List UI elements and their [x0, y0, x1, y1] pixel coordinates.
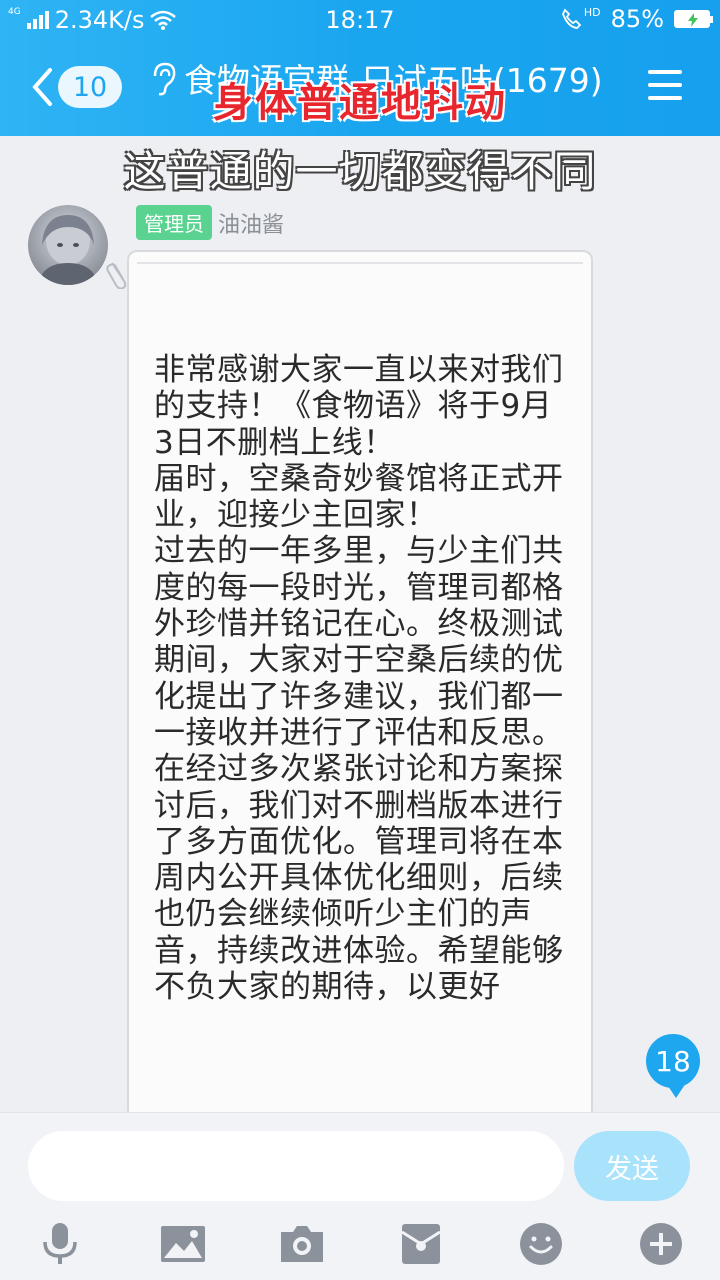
avatar[interactable]	[28, 205, 108, 285]
plus-icon	[640, 1223, 682, 1265]
paperclip-icon	[106, 262, 127, 289]
hd-label: HD	[583, 5, 601, 19]
camera-icon	[281, 1226, 323, 1262]
message-input[interactable]	[28, 1131, 564, 1201]
emoji-button[interactable]	[516, 1219, 566, 1269]
overlay-caption-white: 这普通的一切都变得不同	[123, 147, 597, 196]
overlay-caption-red: 身体普通地抖动	[213, 80, 507, 126]
camera-button[interactable]	[275, 1219, 329, 1269]
microphone-icon	[43, 1223, 77, 1264]
status-bar: 4G 2.34K/s 18:17 HD 85%	[0, 0, 720, 38]
toolbar	[0, 1219, 720, 1269]
emoji-icon	[520, 1223, 562, 1265]
send-button[interactable]: 发送	[574, 1131, 690, 1201]
sender-name[interactable]: 油油酱	[218, 207, 284, 239]
battery-icon	[674, 10, 713, 28]
admin-badge: 管理员	[136, 205, 212, 240]
message-text: 非常感谢大家一直以来对我们的支持！《食物语》将于9月3日不删档上线！ 届时，空桑…	[154, 352, 564, 1006]
sender-row: 管理员 油油酱	[136, 205, 284, 240]
plus-button[interactable]	[636, 1219, 686, 1269]
red-packet-button[interactable]	[396, 1219, 446, 1269]
input-bar: 发送	[0, 1112, 720, 1280]
image-icon	[161, 1226, 205, 1262]
new-messages-badge[interactable]: 18	[646, 1034, 700, 1098]
red-packet-icon	[401, 1224, 441, 1264]
message-bubble[interactable]: 非常感谢大家一直以来对我们的支持！《食物语》将于9月3日不删档上线！ 届时，空桑…	[127, 250, 593, 1120]
call-hd-icon: HD	[560, 5, 601, 30]
microphone-button[interactable]	[35, 1219, 85, 1269]
image-button[interactable]	[155, 1219, 211, 1269]
battery-percent: 85%	[610, 5, 664, 33]
avatar-image	[38, 215, 98, 285]
status-right: HD 85%	[560, 5, 713, 33]
